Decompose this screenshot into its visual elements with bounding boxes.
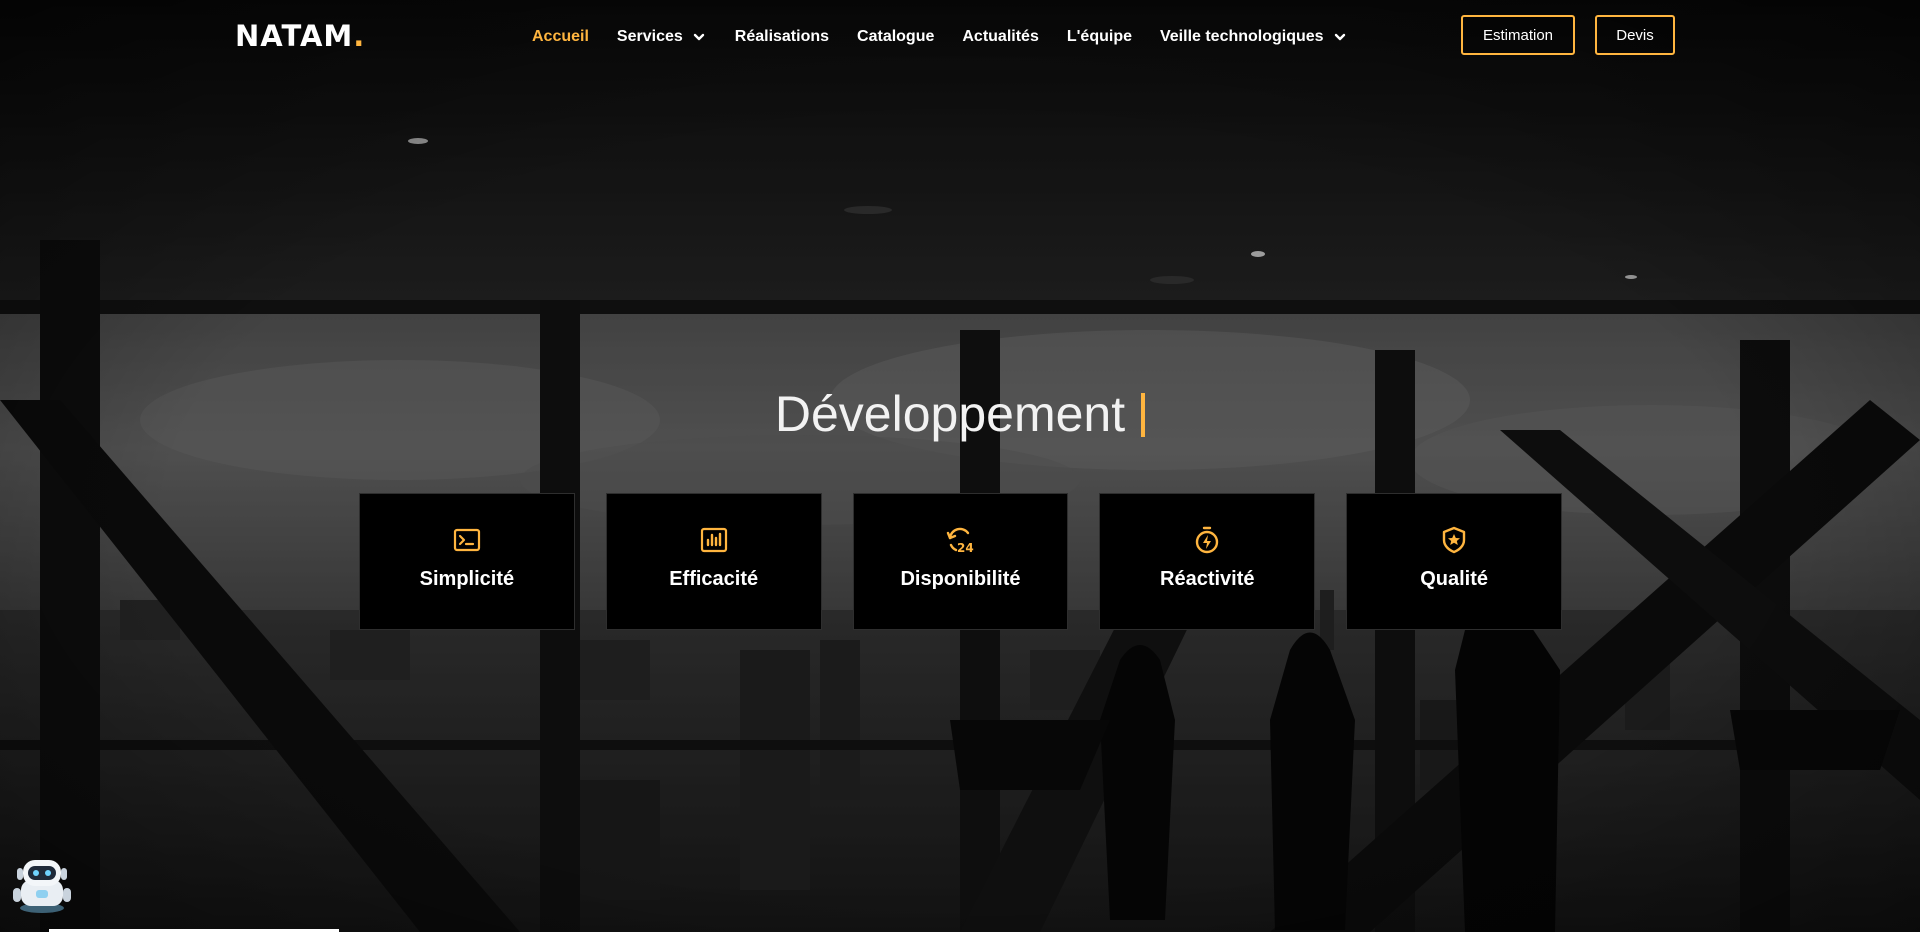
feature-card-label: Disponibilité	[900, 568, 1021, 590]
refresh-24-icon: 24	[947, 527, 974, 555]
chevron-down-icon	[1334, 33, 1345, 41]
hero-background-image	[0, 0, 1920, 932]
bar-chart-icon	[700, 527, 727, 553]
hero-section: NATAM. Accueil Services Réalisations Cat…	[0, 0, 1920, 932]
svg-text:24: 24	[957, 541, 974, 555]
nav-item-label: Services	[616, 28, 683, 45]
nav-item-catalogue[interactable]: Catalogue	[857, 28, 934, 46]
nav-item-label: L'équipe	[1066, 28, 1132, 45]
feature-card-reactivite[interactable]: Réactivité	[1099, 493, 1316, 630]
feature-card-qualite[interactable]: Qualité	[1346, 493, 1562, 630]
feature-card-simplicite[interactable]: Simplicité	[359, 493, 575, 630]
feature-card-label: Réactivité	[1160, 568, 1255, 590]
nav-item-label: Accueil	[532, 28, 589, 45]
typing-caret	[1141, 393, 1146, 437]
chevron-down-icon	[693, 33, 704, 41]
nav-item-services[interactable]: Services	[617, 28, 707, 46]
robot-icon[interactable]	[9, 854, 75, 914]
hero-headline: Développement	[0, 382, 1920, 446]
nav-item-veille-technologiques[interactable]: Veille technologiques	[1160, 28, 1348, 46]
nav-item-label: Actualités	[962, 28, 1039, 45]
brand-name: NATAM	[235, 19, 354, 53]
estimation-button[interactable]: Estimation	[1461, 15, 1575, 55]
brand-dot: .	[353, 19, 366, 53]
site-header: NATAM. Accueil Services Réalisations Cat…	[0, 0, 1920, 74]
nav-item-equipe[interactable]: L'équipe	[1067, 28, 1132, 46]
nav-item-realisations[interactable]: Réalisations	[735, 28, 829, 46]
feature-card-disponibilite[interactable]: 24 Disponibilité	[852, 493, 1069, 630]
feature-cards: Simplicité Efficacité 24 Disponibilité R…	[359, 493, 1562, 630]
feature-card-efficacite[interactable]: Efficacité	[605, 493, 822, 630]
nav-item-label: Veille technologiques	[1159, 28, 1324, 45]
nav-item-accueil[interactable]: Accueil	[532, 28, 589, 46]
main-nav: Accueil Services Réalisations Catalogue …	[532, 24, 1348, 50]
terminal-icon	[453, 528, 480, 552]
hero-headline-text: Développement	[774, 386, 1126, 442]
brand-logo[interactable]: NATAM.	[235, 18, 365, 54]
stopwatch-bolt-icon	[1196, 526, 1219, 554]
feature-card-label: Qualité	[1420, 568, 1488, 590]
shield-star-icon	[1442, 526, 1466, 554]
nav-item-actualites[interactable]: Actualités	[962, 28, 1038, 46]
nav-item-label: Réalisations	[734, 28, 830, 45]
feature-card-label: Efficacité	[669, 568, 759, 590]
nav-item-label: Catalogue	[857, 28, 935, 45]
devis-button[interactable]: Devis	[1595, 15, 1675, 55]
feature-card-label: Simplicité	[419, 568, 515, 590]
